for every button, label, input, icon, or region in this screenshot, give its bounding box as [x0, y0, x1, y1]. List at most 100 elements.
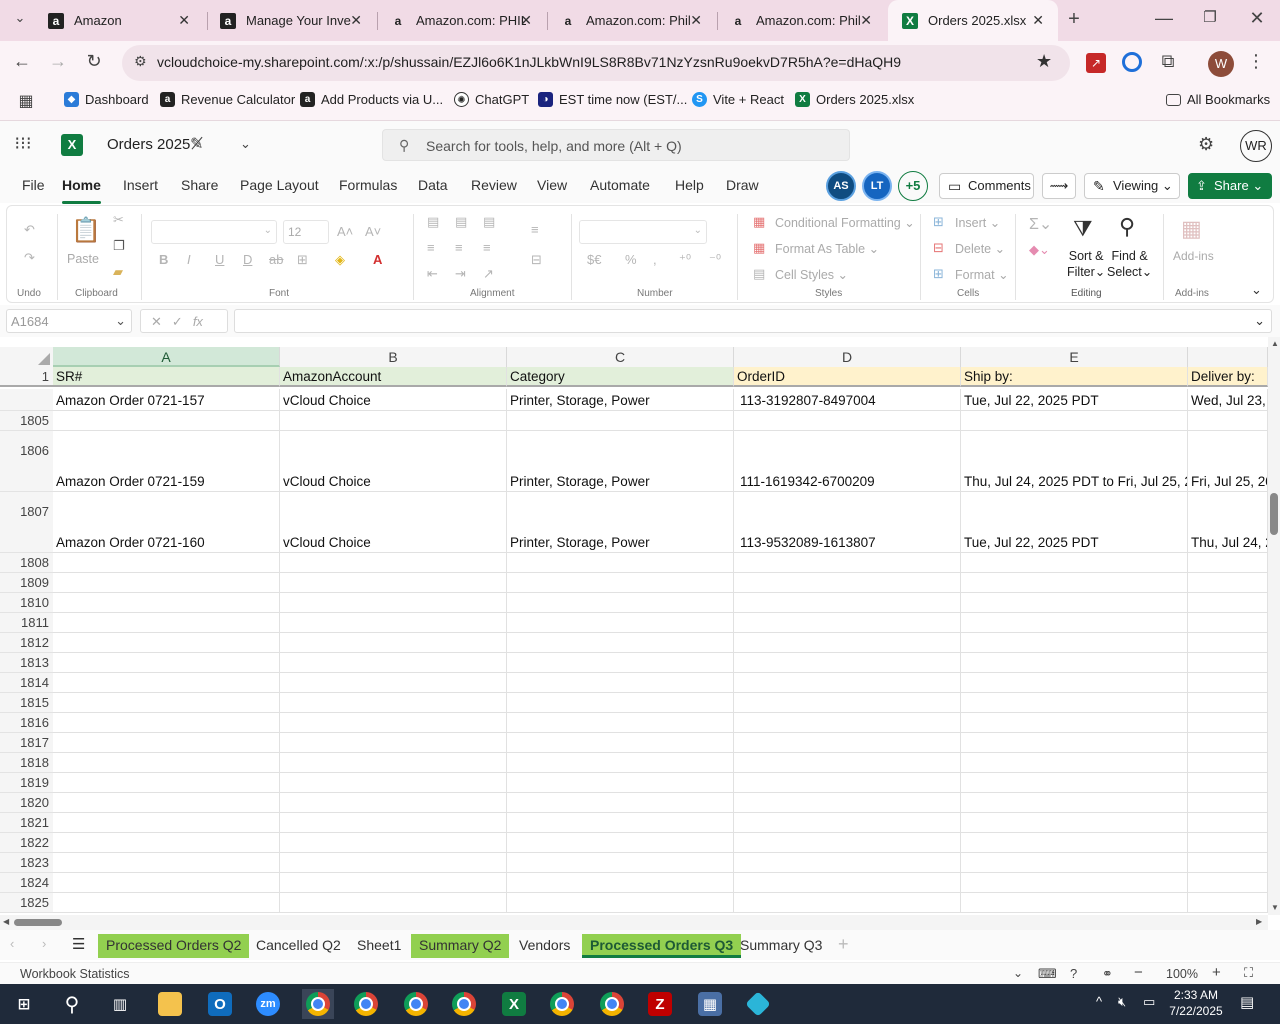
table-cell[interactable]	[734, 713, 961, 733]
table-cell[interactable]	[734, 733, 961, 753]
table-cell[interactable]	[280, 773, 507, 793]
table-cell[interactable]: vCloud Choice	[280, 492, 507, 553]
tab-home[interactable]: Home	[62, 177, 101, 204]
chrome-profile-icon[interactable]	[400, 989, 432, 1019]
zoom-level[interactable]: 100%	[1166, 967, 1198, 981]
table-cell[interactable]	[961, 793, 1188, 813]
sheet-tab-summary-q2[interactable]: Summary Q2	[411, 934, 510, 958]
workbook-statistics[interactable]: Workbook Statistics	[20, 967, 130, 981]
sort-filter-button[interactable]: Sort & Filter⌄	[1067, 248, 1105, 280]
all-sheets-menu-icon[interactable]: ☰	[72, 935, 85, 953]
column-header-c[interactable]: C	[507, 347, 734, 367]
bookmark-revenue-calculator[interactable]: a Revenue Calculator	[160, 92, 295, 107]
increase-font-icon[interactable]: A˄	[337, 224, 353, 239]
table-cell[interactable]	[507, 713, 734, 733]
table-cell[interactable]	[280, 813, 507, 833]
row-header[interactable]: 1822	[0, 833, 53, 853]
browser-tab-amazon-phil-2[interactable]: a Amazon.com: Phil ✕	[546, 0, 716, 41]
tab-file[interactable]: File	[22, 177, 45, 193]
row-header[interactable]: 1805	[0, 411, 53, 431]
tab-page-layout[interactable]: Page Layout	[240, 177, 319, 193]
table-cell[interactable]	[280, 833, 507, 853]
sheet-tab-sheet1[interactable]: Sheet1	[349, 934, 409, 958]
zoom-in-icon[interactable]: +	[1212, 964, 1221, 981]
table-cell[interactable]: Amazon Order 0721-160	[53, 492, 280, 553]
task-view-icon[interactable]: ▥	[104, 989, 136, 1019]
table-cell[interactable]	[734, 893, 961, 913]
app-icon[interactable]	[742, 989, 774, 1019]
feedback-icon[interactable]: ⚭	[1102, 966, 1113, 982]
table-cell[interactable]	[1188, 673, 1268, 693]
table-cell[interactable]	[507, 653, 734, 673]
profile-avatar[interactable]: W	[1208, 51, 1234, 77]
name-box[interactable]: A1684 ⌄	[6, 309, 132, 333]
notifications-icon[interactable]: ▤	[1240, 993, 1254, 1011]
browser-tab-amazon-phil-3[interactable]: a Amazon.com: Phil ✕	[716, 0, 886, 41]
select-all-corner[interactable]	[0, 347, 53, 367]
table-cell[interactable]	[280, 613, 507, 633]
autosum-icon[interactable]: Σ⌄	[1029, 214, 1052, 234]
sheet-tab-summary-q3[interactable]: Summary Q3	[732, 934, 830, 958]
horizontal-scroll-thumb[interactable]	[14, 919, 62, 926]
table-cell[interactable]	[280, 411, 507, 431]
close-tab-icon[interactable]: ✕	[350, 12, 362, 29]
scroll-down-icon[interactable]: ▼	[1271, 903, 1279, 912]
number-format-select[interactable]: ⌄	[579, 220, 707, 244]
table-cell[interactable]	[734, 813, 961, 833]
table-cell[interactable]	[961, 873, 1188, 893]
table-cell[interactable]	[961, 733, 1188, 753]
table-cell[interactable]: Thu, Jul 24, 2	[1188, 492, 1268, 553]
find-select-button[interactable]: Find & Select⌄	[1107, 248, 1152, 280]
bookmark-vite-react[interactable]: S Vite + React	[692, 92, 784, 107]
vertical-scrollbar[interactable]: ▲ ▼	[1268, 337, 1280, 915]
table-cell[interactable]	[1188, 793, 1268, 813]
table-cell[interactable]	[734, 633, 961, 653]
table-cell[interactable]	[507, 411, 734, 431]
table-cell[interactable]	[280, 893, 507, 913]
settings-gear-icon[interactable]: ⚙	[1198, 134, 1214, 155]
table-cell[interactable]	[734, 693, 961, 713]
row-header[interactable]	[0, 389, 53, 411]
align-left-icon[interactable]: ≡	[427, 240, 435, 255]
percent-icon[interactable]: %	[625, 252, 637, 267]
table-cell[interactable]	[1188, 653, 1268, 673]
decrease-decimal-icon[interactable]: ⁻⁰	[709, 252, 721, 268]
table-cell[interactable]	[53, 613, 280, 633]
forward-icon[interactable]: →	[46, 51, 70, 72]
table-cell[interactable]	[507, 693, 734, 713]
table-cell[interactable]	[280, 573, 507, 593]
table-cell[interactable]	[53, 893, 280, 913]
outlook-icon[interactable]: O	[204, 989, 236, 1019]
table-cell[interactable]	[961, 713, 1188, 733]
tab-search-chevron-icon[interactable]: ⌄	[8, 10, 32, 26]
chevron-down-icon[interactable]: ⌄	[1013, 966, 1023, 980]
format-painter-icon[interactable]: ▰	[113, 264, 123, 280]
tab-review[interactable]: Review	[471, 177, 517, 193]
tab-share[interactable]: Share	[181, 177, 218, 193]
collapse-ribbon-icon[interactable]: ⌄	[1251, 282, 1262, 298]
conditional-formatting-button[interactable]: Conditional Formatting ⌄	[775, 215, 915, 230]
row-header[interactable]: 1814	[0, 673, 53, 693]
table-cell[interactable]	[1188, 753, 1268, 773]
viewing-mode-button[interactable]: ✎ Viewing ⌄	[1084, 173, 1180, 199]
table-cell[interactable]	[280, 633, 507, 653]
table-cell[interactable]	[1188, 833, 1268, 853]
double-underline-icon[interactable]: D	[243, 252, 252, 267]
table-cell[interactable]	[280, 673, 507, 693]
table-cell[interactable]	[507, 853, 734, 873]
apps-grid-icon[interactable]: ▦	[14, 91, 38, 111]
table-cell[interactable]: vCloud Choice	[280, 389, 507, 411]
function-icon[interactable]: fx	[193, 314, 203, 329]
row-header[interactable]: 1809	[0, 573, 53, 593]
share-button[interactable]: ⇪ Share ⌄	[1188, 173, 1272, 199]
close-tab-icon[interactable]: ✕	[690, 12, 702, 29]
browser-tab-orders-xlsx[interactable]: X Orders 2025.xlsx ✕	[888, 0, 1058, 41]
row-header[interactable]: 1816	[0, 713, 53, 733]
row-header[interactable]: 1810	[0, 593, 53, 613]
add-sheet-icon[interactable]: +	[838, 934, 849, 955]
vertical-scroll-thumb[interactable]	[1270, 493, 1278, 535]
table-cell[interactable]: vCloud Choice	[280, 431, 507, 492]
table-cell[interactable]	[507, 573, 734, 593]
tab-data[interactable]: Data	[418, 177, 448, 193]
header-cell[interactable]: Deliver by:	[1188, 367, 1268, 387]
